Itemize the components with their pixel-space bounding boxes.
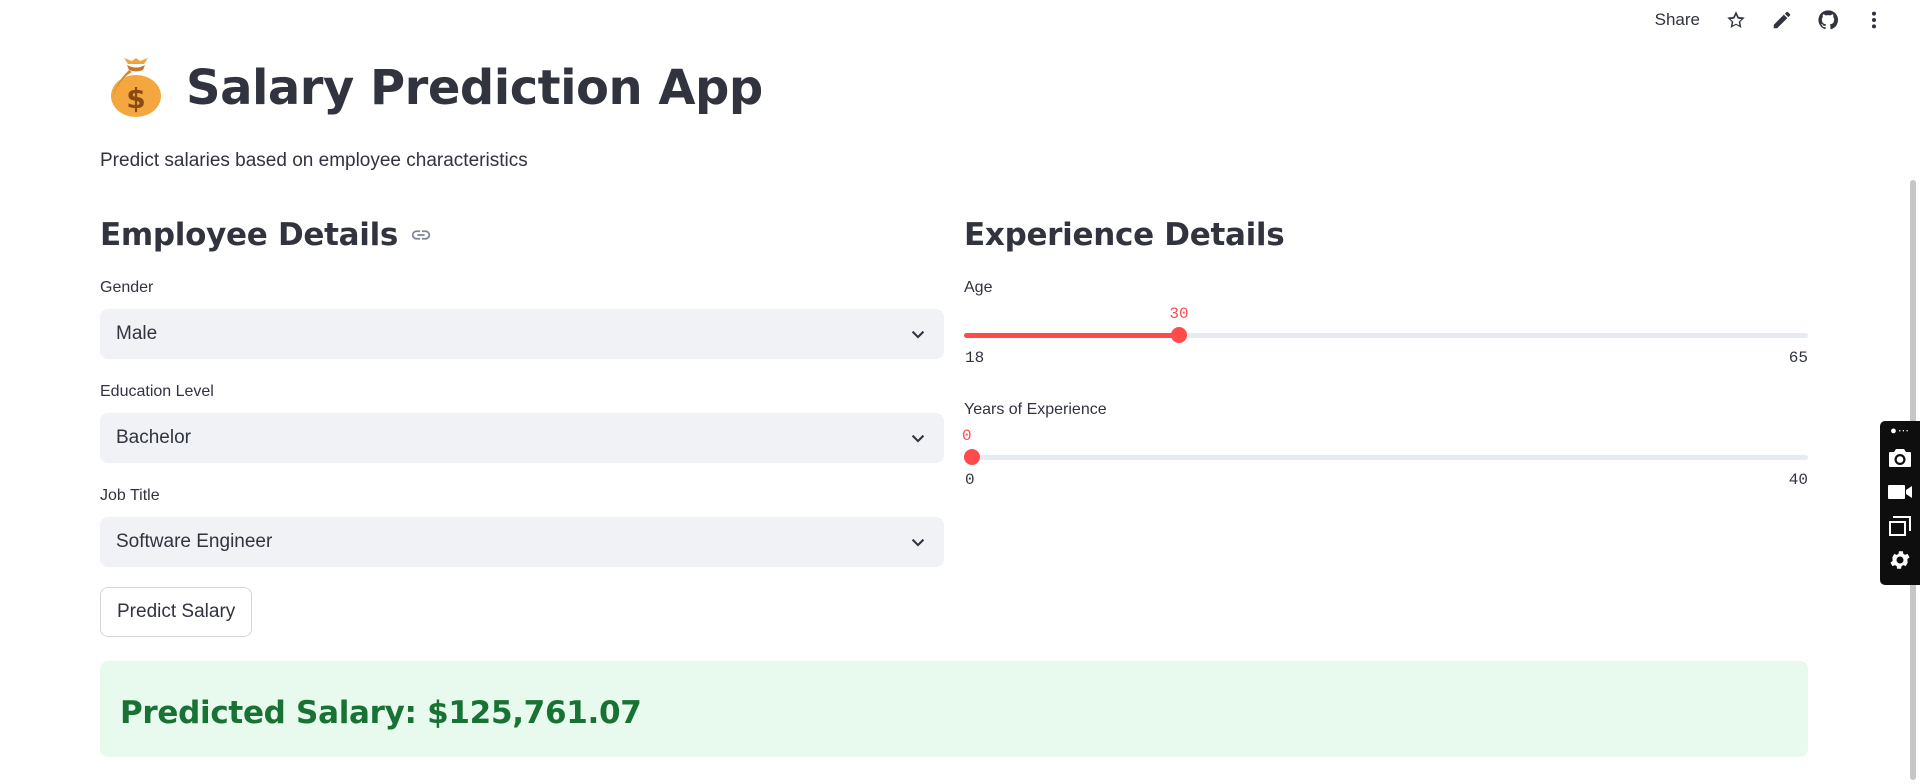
employee-details-heading-text: Employee Details [100,217,399,253]
edit-pencil-icon[interactable] [1770,8,1794,32]
top-toolbar: Share [1655,6,1886,34]
page-title: Salary Prediction App [186,60,763,116]
experience-label: Years of Experience [964,401,1107,418]
page-subtitle: Predict salaries based on employee chara… [100,150,528,171]
experience-details-column: Experience Details Age 30 18 65 Years of… [962,215,1808,491]
age-slider-max: 65 [1788,349,1808,367]
experience-slider-track[interactable] [964,449,1808,465]
chevron-down-icon [911,538,925,547]
age-slider-fill [964,333,1179,338]
age-slider-value: 30 [1169,305,1189,323]
screen-window-icon[interactable] [1886,513,1914,539]
experience-slider-value: 0 [962,427,972,445]
gender-select[interactable]: Male [100,309,944,359]
gear-icon[interactable] [1886,547,1914,573]
employee-details-heading: Employee Details [100,215,944,255]
chevron-down-icon [911,434,925,443]
money-bag-icon: $ [108,58,164,118]
age-slider-track[interactable] [964,327,1808,343]
job-title-field: Job Title Software Engineer [100,487,944,567]
github-icon[interactable] [1816,8,1840,32]
education-select[interactable]: Bachelor [100,413,944,463]
star-icon[interactable] [1724,8,1748,32]
anchor-link-icon[interactable] [410,223,434,247]
education-label: Education Level [100,383,214,400]
gender-select-value: Male [116,323,158,344]
experience-slider-max: 40 [1788,471,1808,489]
education-field: Education Level Bachelor [100,383,944,463]
gender-field: Gender Male [100,279,944,359]
predicted-salary-text: Predicted Salary: $125,761.07 [120,695,642,731]
job-title-select[interactable]: Software Engineer [100,517,944,567]
video-camera-icon[interactable] [1886,479,1914,505]
age-slider-thumb[interactable] [1171,327,1187,343]
camera-icon[interactable] [1886,445,1914,471]
experience-slider-thumb[interactable] [964,449,980,465]
gender-label: Gender [100,279,154,296]
age-slider-min: 18 [965,349,985,367]
experience-details-heading: Experience Details [964,217,1285,253]
title-row: $ Salary Prediction App [108,58,763,118]
widget-drag-handle-icon[interactable]: ●⋯ [1890,425,1910,437]
more-vertical-icon[interactable] [1862,8,1886,32]
education-select-value: Bachelor [116,427,191,448]
experience-slider-block: Years of Experience 0 0 40 [962,401,1808,491]
prediction-result-box: Predicted Salary: $125,761.07 [100,661,1808,757]
predict-salary-button[interactable]: Predict Salary [100,587,253,637]
experience-slider-min: 0 [965,471,975,489]
job-title-label: Job Title [100,487,160,504]
employee-details-column: Employee Details Gender Male Education L… [100,215,944,637]
share-button[interactable]: Share [1655,10,1700,30]
job-title-select-value: Software Engineer [116,531,273,552]
age-label: Age [964,279,993,296]
screen-recorder-widget: ●⋯ [1880,421,1920,585]
chevron-down-icon [911,330,925,339]
age-slider-block: Age 30 18 65 [964,279,1808,369]
svg-text:$: $ [126,82,145,115]
